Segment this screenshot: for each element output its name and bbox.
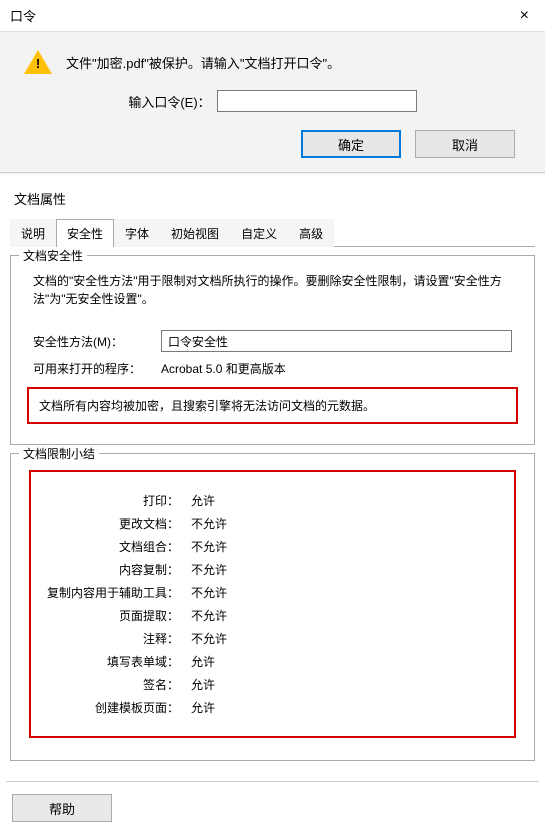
restrict-label: 创建模板页面：: [41, 699, 191, 716]
security-method-select[interactable]: [161, 330, 512, 352]
restrict-row-accessibility: 复制内容用于辅助工具： 不允许: [41, 584, 504, 601]
tabs: 说明 安全性 字体 初始视图 自定义 高级: [10, 218, 535, 247]
restrict-value: 允许: [191, 676, 215, 693]
dialog-message: 文件"加密.pdf"被保护。请输入"文档打开口令"。: [66, 53, 340, 72]
help-button[interactable]: 帮助: [12, 794, 112, 822]
dialog-buttons: 确定 取消: [20, 130, 525, 158]
security-method-row: 安全性方法(M)：: [33, 330, 512, 352]
restrict-label: 签名：: [41, 676, 191, 693]
restrict-value: 不允许: [191, 630, 227, 647]
dialog-title: 口令: [10, 6, 36, 25]
restrict-row-assembly: 文档组合： 不允许: [41, 538, 504, 555]
document-properties: 文档属性 说明 安全性 字体 初始视图 自定义 高级 文档安全性 文档的"安全性…: [0, 173, 545, 834]
restrict-value: 不允许: [191, 607, 227, 624]
open-with-value: Acrobat 5.0 和更高版本: [161, 360, 286, 377]
tab-custom[interactable]: 自定义: [230, 219, 288, 247]
restrict-value: 不允许: [191, 515, 227, 532]
dialog-titlebar: 口令 ×: [0, 0, 545, 32]
restrict-row-template: 创建模板页面： 允许: [41, 699, 504, 716]
tab-fonts[interactable]: 字体: [114, 219, 160, 247]
open-with-label: 可用来打开的程序：: [33, 360, 153, 377]
tab-security[interactable]: 安全性: [56, 219, 114, 247]
restrict-row-copy: 内容复制： 不允许: [41, 561, 504, 578]
password-dialog: 口令 × ! 文件"加密.pdf"被保护。请输入"文档打开口令"。 输入口令(E…: [0, 0, 545, 173]
security-fieldset: 文档安全性 文档的"安全性方法"用于限制对文档所执行的操作。要删除安全性限制，请…: [10, 255, 535, 445]
restrict-label: 打印：: [41, 492, 191, 509]
restrict-label: 注释：: [41, 630, 191, 647]
cancel-button[interactable]: 取消: [415, 130, 515, 158]
restrict-label: 页面提取：: [41, 607, 191, 624]
restrict-row-form: 填写表单域： 允许: [41, 653, 504, 670]
restrict-value: 不允许: [191, 561, 227, 578]
tab-advanced[interactable]: 高级: [288, 219, 334, 247]
restrict-row-sign: 签名： 允许: [41, 676, 504, 693]
restrictions-box: 打印： 允许 更改文档： 不允许 文档组合： 不允许 内容复制： 不允许 复制内…: [29, 470, 516, 738]
restrict-row-change: 更改文档： 不允许: [41, 515, 504, 532]
close-icon[interactable]: ×: [514, 7, 535, 25]
restrictions-legend: 文档限制小结: [19, 445, 99, 462]
restrict-value: 允许: [191, 699, 215, 716]
dialog-body: ! 文件"加密.pdf"被保护。请输入"文档打开口令"。 输入口令(E)： 确定…: [0, 32, 545, 172]
security-legend: 文档安全性: [19, 247, 87, 264]
tab-description[interactable]: 说明: [10, 219, 56, 247]
security-description: 文档的"安全性方法"用于限制对文档所执行的操作。要删除安全性限制，请设置"安全性…: [23, 266, 522, 322]
restrict-row-comment: 注释： 不允许: [41, 630, 504, 647]
encryption-alert: 文档所有内容均被加密，且搜索引擎将无法访问文档的元数据。: [27, 387, 518, 424]
restrict-label: 复制内容用于辅助工具：: [41, 584, 191, 601]
restrict-value: 允许: [191, 492, 215, 509]
restrictions-fieldset: 文档限制小结 打印： 允许 更改文档： 不允许 文档组合： 不允许 内容复制： …: [10, 453, 535, 761]
tab-initial-view[interactable]: 初始视图: [160, 219, 230, 247]
password-input-label: 输入口令(E)：: [128, 92, 210, 111]
restrict-value: 允许: [191, 653, 215, 670]
restrict-value: 不允许: [191, 584, 227, 601]
open-with-row: 可用来打开的程序： Acrobat 5.0 和更高版本: [33, 360, 512, 377]
restrict-row-extract: 页面提取： 不允许: [41, 607, 504, 624]
restrict-label: 文档组合：: [41, 538, 191, 555]
restrict-row-print: 打印： 允许: [41, 492, 504, 509]
security-method-label: 安全性方法(M)：: [33, 333, 153, 350]
warning-icon: !: [24, 48, 52, 76]
restrict-value: 不允许: [191, 538, 227, 555]
restrict-label: 更改文档：: [41, 515, 191, 532]
dialog-message-row: ! 文件"加密.pdf"被保护。请输入"文档打开口令"。: [20, 48, 525, 76]
password-input-row: 输入口令(E)：: [20, 90, 525, 112]
restrict-label: 内容复制：: [41, 561, 191, 578]
ok-button[interactable]: 确定: [301, 130, 401, 158]
help-row: 帮助: [6, 781, 539, 834]
properties-title: 文档属性: [6, 183, 539, 214]
password-input[interactable]: [217, 90, 417, 112]
restrict-label: 填写表单域：: [41, 653, 191, 670]
